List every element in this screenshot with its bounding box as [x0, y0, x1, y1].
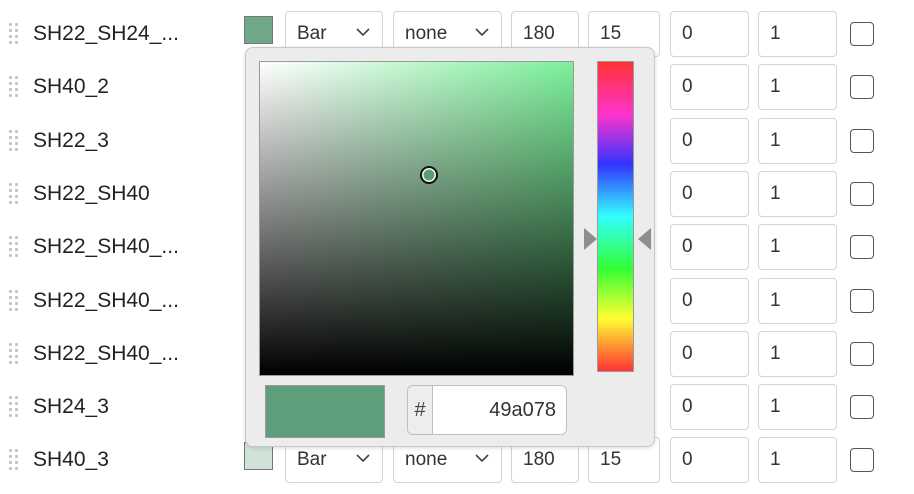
series-name: SH22_3 [33, 129, 109, 152]
series-name: SH22_SH40 [33, 182, 150, 205]
drag-handle-icon[interactable] [9, 23, 21, 44]
value-input-3[interactable]: 0 [670, 278, 749, 324]
color-preview [265, 385, 385, 438]
value-input-3[interactable]: 0 [670, 384, 749, 430]
series-name: SH22_SH24_... [33, 22, 179, 45]
drag-handle-icon[interactable] [9, 449, 21, 470]
hex-input[interactable]: # 49a078 [407, 385, 567, 435]
hex-value[interactable]: 49a078 [489, 386, 556, 434]
value-input-4[interactable]: 1 [758, 331, 837, 377]
saturation-value-area[interactable] [259, 61, 574, 376]
drag-handle-icon[interactable] [9, 76, 21, 97]
marker-style-value: none [405, 23, 448, 44]
chevron-down-icon [356, 454, 370, 462]
chevron-down-icon [475, 454, 489, 462]
value-input-3[interactable]: 0 [670, 437, 749, 483]
hash-label: # [408, 386, 433, 434]
value-input-4[interactable]: 1 [758, 384, 837, 430]
row-checkbox[interactable] [850, 129, 874, 153]
saturation-value-handle[interactable] [420, 166, 438, 184]
drag-handle-icon[interactable] [9, 396, 21, 417]
series-name: SH22_SH40_... [33, 289, 179, 312]
row-checkbox[interactable] [850, 235, 874, 259]
row-checkbox[interactable] [850, 342, 874, 366]
series-name: SH40_3 [33, 448, 109, 471]
value-input-4[interactable]: 1 [758, 278, 837, 324]
chevron-down-icon [475, 28, 489, 36]
value-input-4[interactable]: 1 [758, 11, 837, 57]
value-input-3[interactable]: 0 [670, 171, 749, 217]
color-swatch[interactable] [244, 16, 273, 44]
value-input-4[interactable]: 1 [758, 171, 837, 217]
drag-handle-icon[interactable] [9, 130, 21, 151]
color-picker-popup: # 49a078 [245, 47, 655, 447]
row-checkbox[interactable] [850, 448, 874, 472]
row-checkbox[interactable] [850, 22, 874, 46]
row-checkbox[interactable] [850, 289, 874, 313]
chevron-down-icon [356, 28, 370, 36]
hue-slider[interactable] [597, 61, 634, 372]
chart-type-value: Bar [297, 449, 327, 470]
value-input-3[interactable]: 0 [670, 224, 749, 270]
hue-pointer-right-icon [638, 228, 651, 250]
value-input-3[interactable]: 0 [670, 331, 749, 377]
drag-handle-icon[interactable] [9, 343, 21, 364]
chart-type-value: Bar [297, 23, 327, 44]
value-input-3[interactable]: 0 [670, 64, 749, 110]
series-name: SH40_2 [33, 75, 109, 98]
value-input-3[interactable]: 0 [670, 118, 749, 164]
row-checkbox[interactable] [850, 75, 874, 99]
drag-handle-icon[interactable] [9, 183, 21, 204]
row-checkbox[interactable] [850, 395, 874, 419]
row-checkbox[interactable] [850, 182, 874, 206]
value-input-3[interactable]: 0 [670, 11, 749, 57]
series-name: SH22_SH40_... [33, 235, 179, 258]
value-input-4[interactable]: 1 [758, 437, 837, 483]
marker-style-value: none [405, 449, 448, 470]
drag-handle-icon[interactable] [9, 236, 21, 257]
value-input-4[interactable]: 1 [758, 118, 837, 164]
series-name: SH24_3 [33, 395, 109, 418]
series-name: SH22_SH40_... [33, 342, 179, 365]
value-input-4[interactable]: 1 [758, 224, 837, 270]
drag-handle-icon[interactable] [9, 290, 21, 311]
value-input-4[interactable]: 1 [758, 64, 837, 110]
hue-pointer-left-icon [584, 228, 597, 250]
